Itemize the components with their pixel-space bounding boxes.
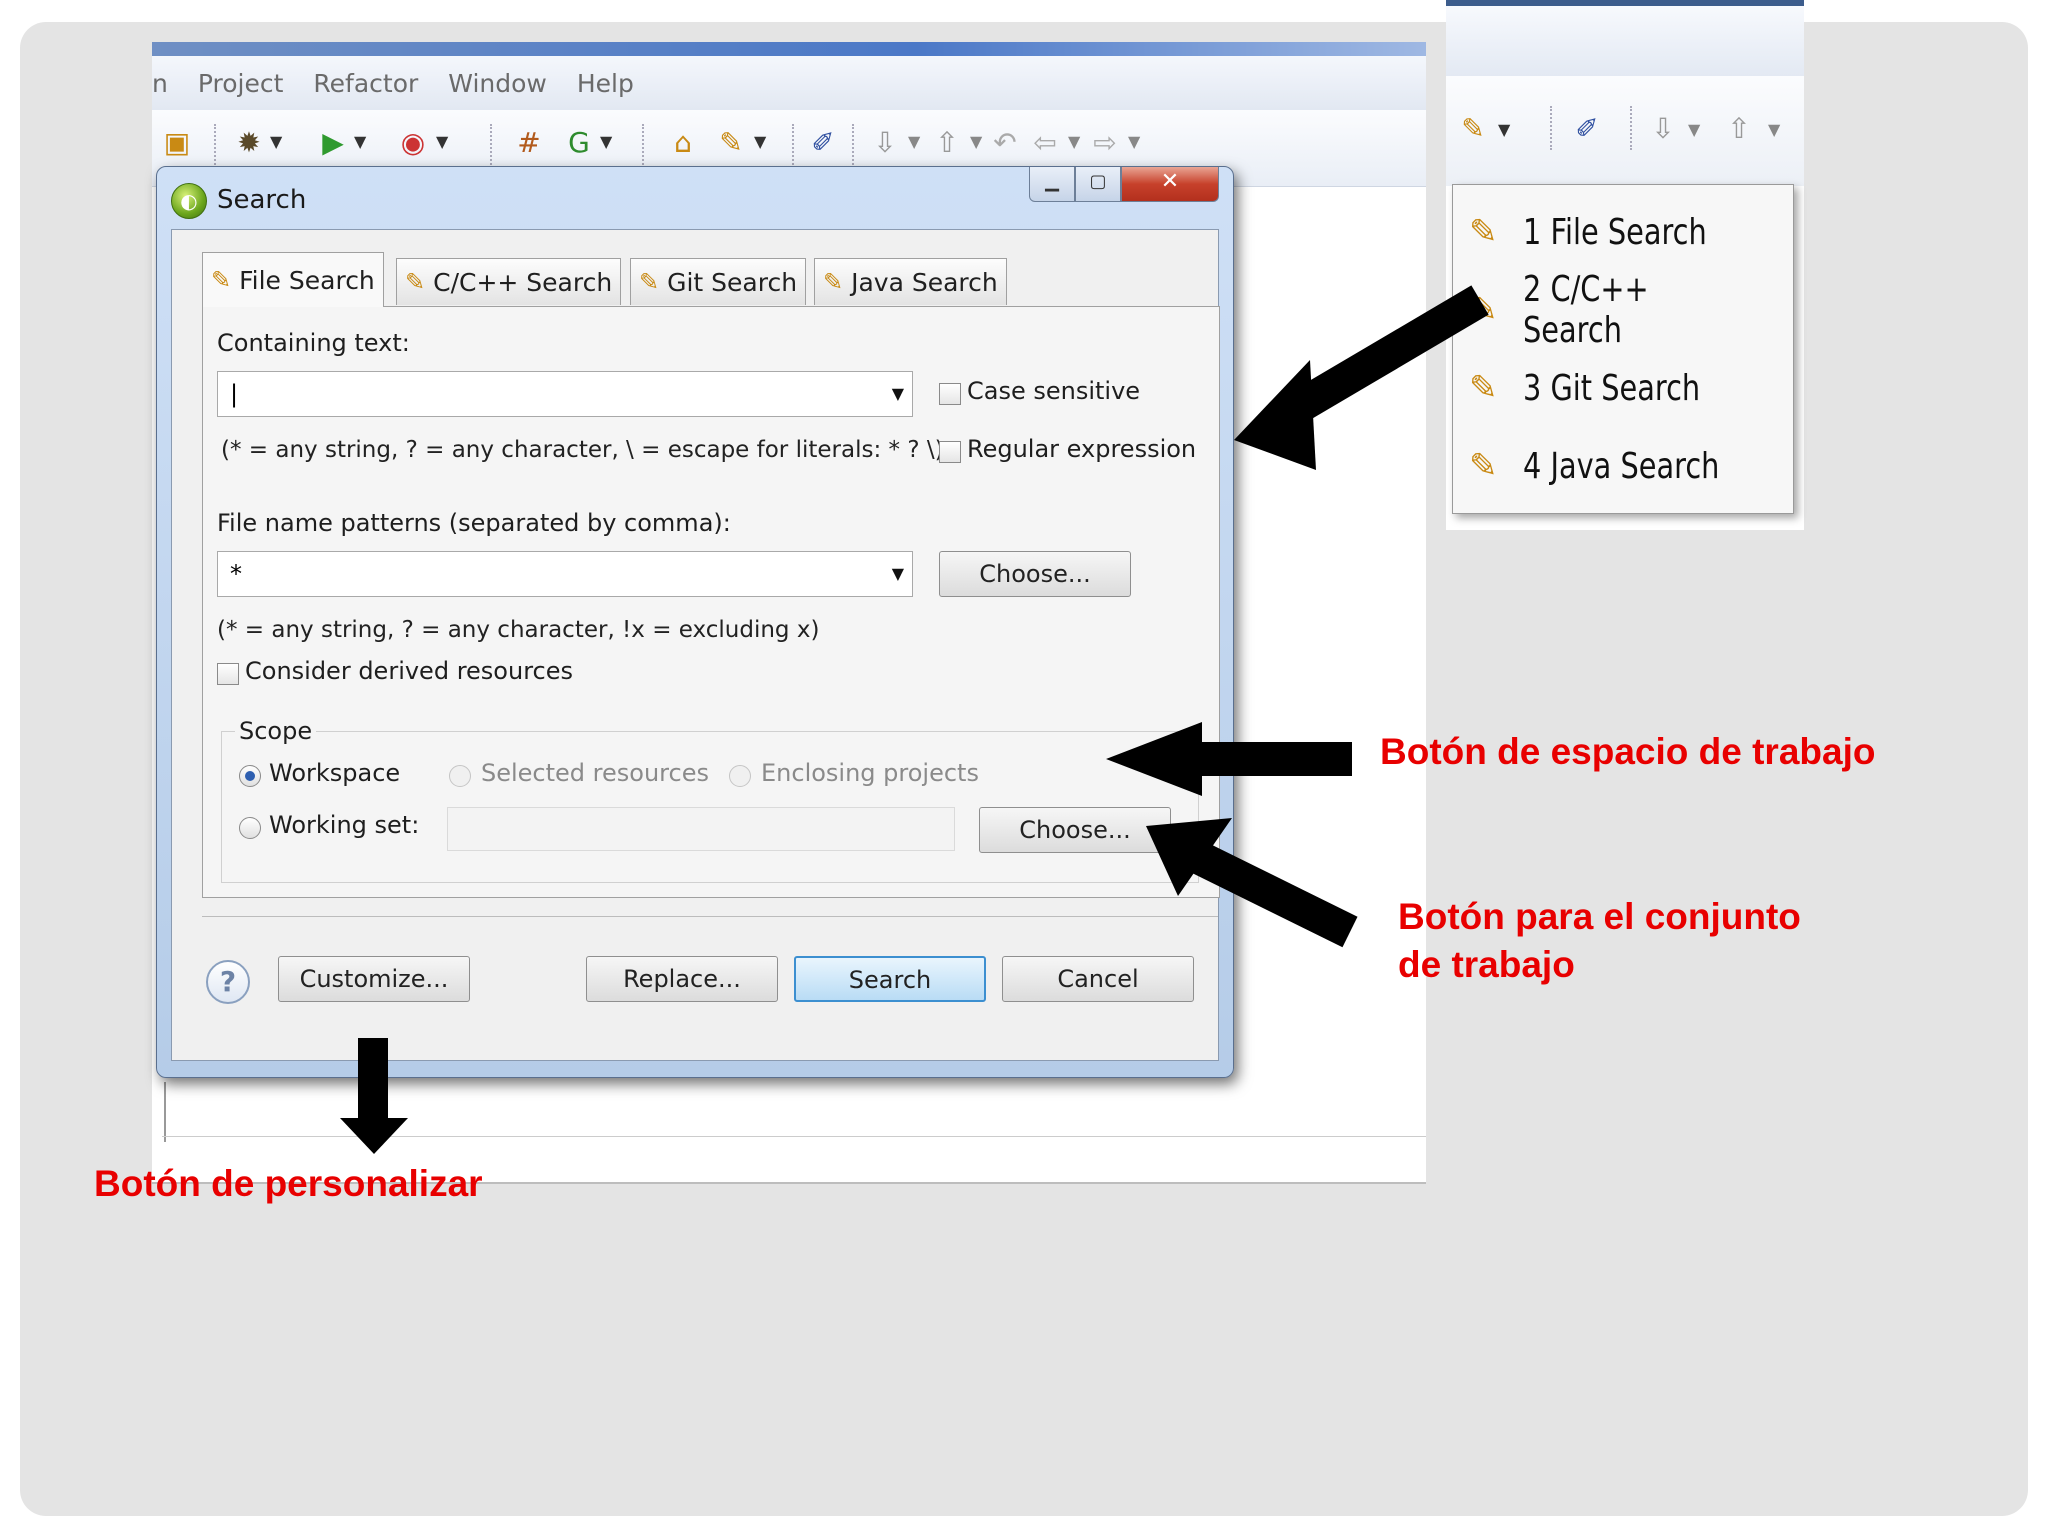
annotation-working-set: Botón para el conjunto de trabajo: [1398, 896, 1801, 985]
tab-file-search[interactable]: ✎ File Search: [202, 252, 384, 307]
arrow-menu-to-dialog: [1234, 285, 1489, 470]
arrow-customize: [340, 1038, 408, 1154]
annotation-workspace: Botón de espacio de trabajo: [1380, 731, 1876, 772]
arrow-workspace: [1106, 722, 1352, 796]
annotation-customize: Botón de personalizar: [94, 1163, 483, 1204]
file-search-icon: ✎: [211, 266, 232, 294]
tab-label: File Search: [239, 265, 375, 295]
arrow-working-set: [1146, 818, 1358, 948]
